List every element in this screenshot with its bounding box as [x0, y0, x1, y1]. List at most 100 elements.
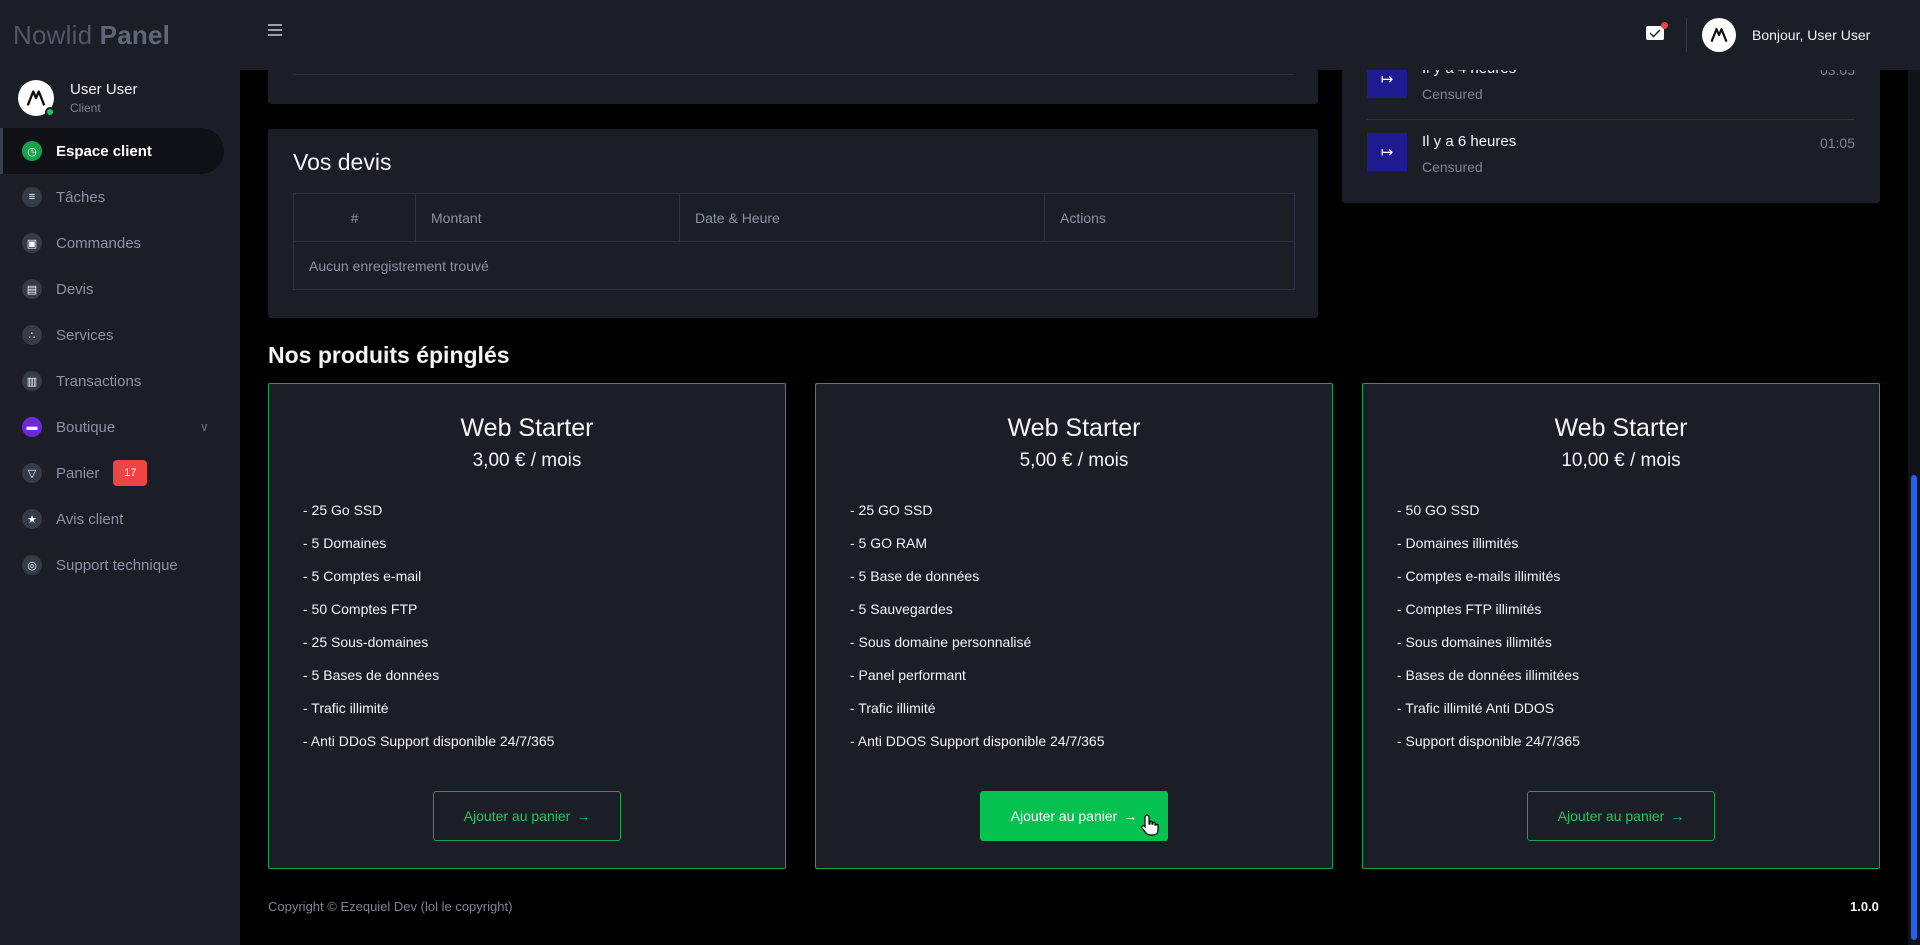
top-bar: Bonjour, User User [240, 0, 1920, 70]
sidebar-item-devis[interactable]: ▤ Devis [0, 266, 240, 312]
feature-item: - 5 Comptes e-mail [303, 568, 422, 584]
cart-icon: ▽ [22, 463, 42, 483]
feature-item: - 50 Comptes FTP [303, 601, 418, 617]
user-logo-icon [1710, 28, 1728, 43]
pinned-products-title: Nos produits épinglés [268, 342, 510, 368]
feature-item: - 5 Base de données [850, 568, 980, 584]
shop-icon: ▬ [22, 417, 42, 437]
product-price: 3,00 € / mois [472, 450, 582, 471]
activity-title: Il y a 6 heures [1422, 133, 1517, 150]
product-card: Web Starter 10,00 € / mois - 50 GO SSD -… [1362, 383, 1880, 869]
sidebar: Nowlid Panel User User Client ◷ Espace c… [0, 0, 240, 945]
sidebar-item-support-technique[interactable]: ◎ Support technique [0, 542, 240, 588]
feature-item: - Comptes FTP illimités [1397, 601, 1542, 617]
column-header-actions: Actions [1044, 193, 1295, 242]
sidebar-item-boutique[interactable]: ▬ Boutique ∨ [0, 404, 240, 450]
feature-item: - Comptes e-mails illimités [1397, 568, 1561, 584]
product-card: Web Starter 3,00 € / mois - 25 Go SSD - … [268, 383, 786, 869]
quote-icon: ▤ [22, 279, 42, 299]
scrollbar[interactable] [1908, 70, 1920, 945]
menu-toggle-icon[interactable] [268, 24, 282, 36]
feature-item: - Bases de données illimitées [1397, 667, 1580, 683]
add-to-cart-button[interactable]: Ajouter au panier → [433, 791, 621, 841]
brand-logo[interactable]: Nowlid Panel [13, 20, 170, 51]
cart-count-badge: 17 [113, 460, 148, 486]
product-price: 10,00 € / mois [1561, 450, 1681, 471]
table-bottom-border [293, 74, 1293, 75]
transactions-icon: ▥ [22, 371, 42, 391]
button-label: Ajouter au panier [463, 808, 571, 824]
button-label: Ajouter au panier [1010, 808, 1118, 824]
feature-item: - 5 Bases de données [303, 667, 440, 683]
divider [1686, 18, 1687, 52]
activity-item: ↦ Il y a 6 heures Censured 01:05 [1367, 123, 1855, 193]
orders-icon: ▣ [22, 233, 42, 253]
feature-item: - Domaines illimités [1397, 535, 1519, 551]
product-card: Web Starter 5,00 € / mois - 25 GO SSD - … [815, 383, 1333, 869]
sidebar-item-taches[interactable]: ≡ Tâches [0, 174, 240, 220]
sidebar-item-label: Tâches [56, 188, 106, 206]
brand-first: Nowlid [13, 20, 93, 50]
column-header-date: Date & Heure [679, 193, 1045, 242]
chevron-down-icon: ∨ [200, 420, 209, 434]
add-to-cart-button[interactable]: Ajouter au panier → [980, 791, 1168, 841]
scrollbar-thumb[interactable] [1911, 475, 1917, 940]
user-name: User User [70, 81, 138, 98]
star-icon: ★ [22, 509, 42, 529]
feature-item: - Sous domaines illimités [1397, 634, 1552, 650]
greeting[interactable]: Bonjour, User User [1752, 27, 1870, 43]
services-icon: ∴ [22, 325, 42, 345]
arrow-right-icon: → [576, 808, 591, 824]
sidebar-item-label: Services [56, 326, 114, 344]
sidebar-item-label: Devis [56, 280, 94, 298]
feature-item: - Trafic illimité [303, 700, 389, 716]
user-profile[interactable]: User User Client [18, 80, 138, 117]
feature-item: - 5 Sauvegardes [850, 601, 953, 617]
feature-item: - Sous domaine personnalisé [850, 634, 1032, 650]
brand-second: Panel [99, 20, 171, 50]
footer-copyright: Copyright © Ezequiel Dev (lol le copyrig… [268, 899, 513, 914]
column-header-number: # [293, 193, 416, 242]
feature-item: - Panel performant [850, 667, 966, 683]
activity-subtitle: Censured [1422, 159, 1483, 175]
empty-table-message: Aucun enregistrement trouvé [309, 257, 489, 274]
sidebar-item-transactions[interactable]: ▥ Transactions [0, 358, 240, 404]
sidebar-item-label: Espace client [56, 142, 152, 160]
sidebar-item-espace-client[interactable]: ◷ Espace client [0, 128, 224, 174]
activity-subtitle: Censured [1422, 86, 1483, 102]
sidebar-nav: ◷ Espace client ≡ Tâches ▣ Commandes ▤ D… [0, 128, 240, 588]
activity-time: 01:05 [1819, 135, 1855, 151]
product-features: - 25 Go SSD - 5 Domaines - 5 Comptes e-m… [303, 502, 554, 766]
feature-item: - 5 GO RAM [850, 535, 928, 551]
arrow-right-icon: → [1670, 808, 1685, 824]
sidebar-item-panier[interactable]: ▽ Panier 17 [0, 450, 240, 496]
feature-item: - Trafic illimité [850, 700, 936, 716]
sidebar-item-avis-client[interactable]: ★ Avis client [0, 496, 240, 542]
mail-icon[interactable] [1646, 22, 1668, 40]
quotes-card: Vos devis # Montant Date & Heure Actions… [268, 129, 1318, 318]
add-to-cart-button[interactable]: Ajouter au panier → [1527, 791, 1715, 841]
user-logo-icon [26, 90, 46, 106]
product-name: Web Starter [1007, 414, 1141, 442]
user-role: Client [70, 101, 101, 115]
feature-item: - 50 GO SSD [1397, 502, 1480, 518]
sidebar-item-commandes[interactable]: ▣ Commandes [0, 220, 240, 266]
quotes-title: Vos devis [293, 149, 392, 175]
product-name: Web Starter [1554, 414, 1688, 442]
feature-item: - 25 Sous-domaines [303, 634, 429, 650]
hand-cursor-icon [1141, 814, 1159, 836]
sidebar-item-label: Avis client [56, 510, 124, 528]
feature-item: - 5 Domaines [303, 535, 387, 551]
feature-item: - Trafic illimité Anti DDOS [1397, 700, 1555, 716]
feature-item: - Support disponible 24/7/365 [1397, 733, 1580, 749]
quotes-table: # Montant Date & Heure Actions Aucun enr… [293, 193, 1295, 290]
feature-item: - 25 GO SSD [850, 502, 933, 518]
header-avatar[interactable] [1702, 18, 1736, 52]
online-status-dot [45, 107, 55, 117]
button-label: Ajouter au panier [1557, 808, 1665, 824]
tasks-icon: ≡ [22, 187, 42, 207]
sidebar-item-label: Transactions [56, 372, 142, 390]
support-icon: ◎ [22, 555, 42, 575]
sidebar-item-services[interactable]: ∴ Services [0, 312, 240, 358]
feature-item: - Anti DDOS Support disponible 24/7/365 [850, 733, 1105, 749]
